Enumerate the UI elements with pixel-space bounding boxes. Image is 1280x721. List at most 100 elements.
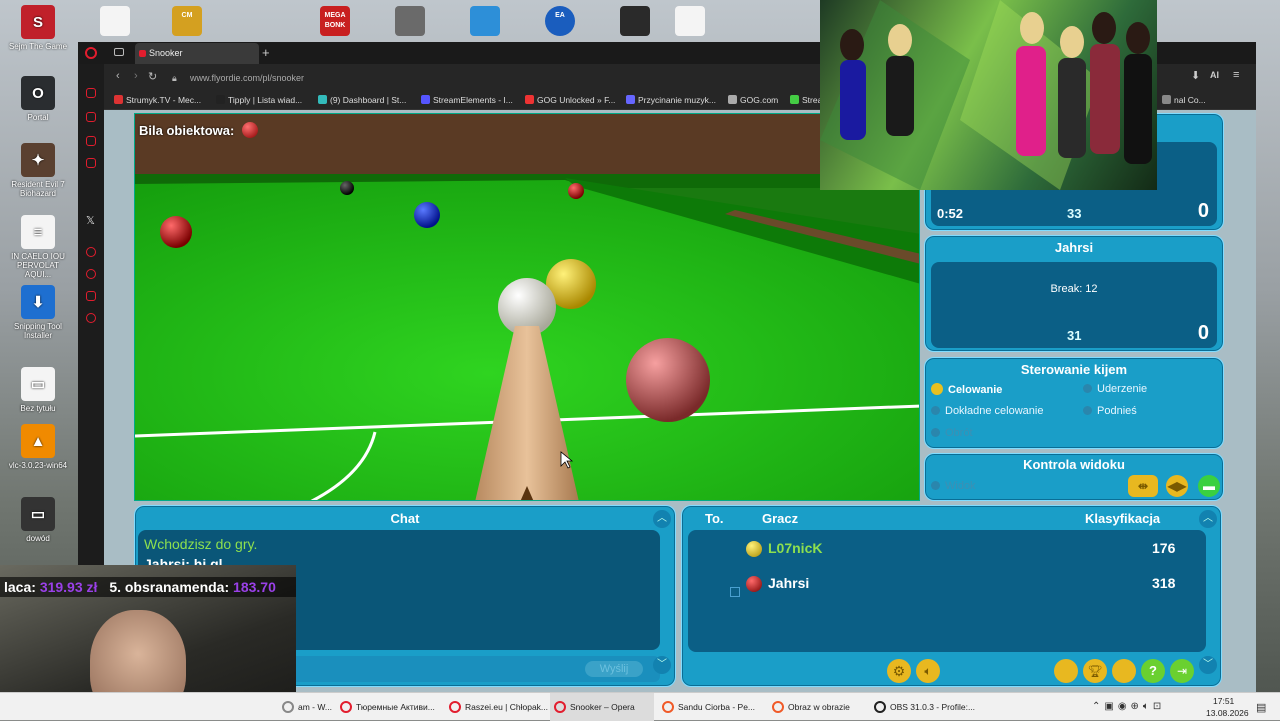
taskbar-item[interactable]: Sandu Ciorba - Pe...: [658, 693, 764, 721]
ranking-row[interactable]: Jahrsi 318: [688, 573, 1206, 597]
trophy-button-icon[interactable]: 🏆︎: [1083, 659, 1107, 683]
ai-icon[interactable]: AI: [1210, 70, 1219, 80]
picture-in-picture-video[interactable]: [820, 0, 1157, 190]
bookmark-item[interactable]: nal Co...: [1162, 95, 1206, 105]
ranking-row[interactable]: L07nicK 176: [688, 538, 1206, 560]
notifications-icon[interactable]: ▤: [1256, 701, 1266, 714]
bookmark-item[interactable]: Przycinanie muzyk...: [626, 95, 716, 105]
download-icon[interactable]: ⬇: [1191, 69, 1200, 82]
taskbar-item[interactable]: am - W...: [278, 693, 334, 721]
desktop-icon[interactable]: ▲ vlc-3.0.23-win64: [6, 424, 70, 470]
ea-icon[interactable]: EA: [545, 6, 575, 36]
forward-icon[interactable]: ›: [134, 70, 138, 82]
desktop-icon-label: vlc-3.0.23-win64: [8, 461, 68, 470]
car-mechanic-icon[interactable]: CM: [172, 6, 202, 36]
file-icon[interactable]: [100, 6, 130, 36]
obs-icon[interactable]: [620, 6, 650, 36]
clock-date[interactable]: 13.08.2026: [1206, 708, 1249, 718]
bookmark-item[interactable]: Strumyk.TV - Mec...: [114, 95, 201, 105]
desktop-icon[interactable]: ≡ IN CAELO IOU PERVOLAT AQUI...: [6, 215, 70, 279]
chat-scroll-down-icon[interactable]: ﹀: [653, 656, 671, 674]
desktop-app-icon: ≡: [21, 215, 55, 249]
sidebar-bag-icon[interactable]: [86, 112, 96, 122]
player-ball-icon: [746, 576, 762, 592]
desktop-icon[interactable]: S Sejm The Game: [6, 5, 70, 51]
bookmark-label: GOG Unlocked » F...: [537, 95, 616, 105]
desktop-icon[interactable]: O Portal: [6, 76, 70, 122]
sidebar-media-icon[interactable]: [86, 158, 96, 168]
sidebar-settings-icon[interactable]: [86, 313, 96, 323]
desktop-app-icon: ▭: [21, 367, 55, 401]
desktop-icon[interactable]: ✦ Resident Evil 7 Biohazard: [6, 143, 70, 198]
exit-button-icon[interactable]: ⇥: [1170, 659, 1194, 683]
top-view-icon[interactable]: ▬: [1198, 475, 1220, 497]
opera-logo-icon[interactable]: [85, 47, 97, 59]
send-button[interactable]: Wyślij: [585, 661, 643, 677]
taskbar-item[interactable]: OBS 31.0.3 - Profile:...: [870, 693, 980, 721]
file2-icon[interactable]: [675, 6, 705, 36]
tab-snooker[interactable]: Snooker: [135, 43, 259, 64]
option-view-label: Widok: [945, 480, 976, 492]
bookmark-item[interactable]: GOG Unlocked » F...: [525, 95, 615, 105]
option-spin[interactable]: Obrót: [931, 427, 973, 439]
photo-icon[interactable]: [395, 6, 425, 36]
taskbar-item[interactable]: Snooker – Opera: [550, 693, 654, 721]
tray-icons[interactable]: ⌃▣◉⊕🔈︎⊡: [1092, 701, 1165, 712]
zoom-icon[interactable]: ⇹: [1128, 475, 1158, 497]
menu-icon[interactable]: ≡: [1233, 69, 1239, 81]
desktop-icon-label: Resident Evil 7 Biohazard: [11, 180, 65, 198]
view-control-panel: Kontrola widoku Widok ⇹ ◀▶ ▬: [924, 453, 1224, 501]
sidebar-clock-icon[interactable]: [86, 269, 96, 279]
map-icon[interactable]: [470, 6, 500, 36]
donation-1-amount: 319.93 zł: [39, 579, 98, 595]
ranking-scroll-down-icon[interactable]: ﹀: [1199, 656, 1217, 674]
chat-collapse-icon[interactable]: ︿: [653, 510, 671, 528]
toolbar-button-1-icon[interactable]: [1054, 659, 1078, 683]
taskbar-item[interactable]: Тюремные Активи...: [336, 693, 442, 721]
workspaces-icon[interactable]: [114, 48, 124, 56]
snooker-table-view[interactable]: Bila obiektowa:: [134, 113, 920, 501]
sidebar-cube-icon[interactable]: [86, 291, 96, 301]
ranking-list: L07nicK 176 Jahrsi 318: [688, 530, 1206, 652]
settings-button-icon[interactable]: ⚙: [887, 659, 911, 683]
sound-button-icon[interactable]: 🔈︎: [916, 659, 940, 683]
tab-favicon-icon: [139, 50, 146, 57]
taskbar-item[interactable]: Raszei.eu | Chłopak...: [445, 693, 548, 721]
chat-bubble-button-icon[interactable]: [1112, 659, 1136, 683]
option-raise-label: Podnieś: [1097, 405, 1137, 417]
radio-icon: [931, 406, 940, 415]
sidebar-play-icon[interactable]: [86, 247, 96, 257]
sidebar-history-icon[interactable]: [86, 88, 96, 98]
ranking-collapse-icon[interactable]: ︿: [1199, 510, 1217, 528]
option-fine-aim[interactable]: Dokładne celowanie: [931, 405, 1043, 417]
bookmark-item[interactable]: StreamElements - I...: [421, 95, 513, 105]
taskbar-item[interactable]: Obraz w obrazie: [768, 693, 866, 721]
mega-bonk-icon[interactable]: MEGA BONK: [320, 6, 350, 36]
desktop-icon[interactable]: ▭ Bez tytułu: [6, 367, 70, 413]
option-raise[interactable]: Podnieś: [1083, 405, 1137, 417]
sidebar-messenger-icon[interactable]: [86, 136, 96, 146]
bookmark-item[interactable]: GOG.com: [728, 95, 778, 105]
sidebar-x-icon[interactable]: 𝕏: [86, 214, 95, 227]
help-button-icon[interactable]: ?: [1141, 659, 1165, 683]
new-tab-button[interactable]: +: [262, 45, 270, 60]
reload-icon[interactable]: ↻: [148, 70, 157, 83]
clock-time[interactable]: 17:51: [1213, 696, 1234, 706]
red-ball-left: [160, 216, 192, 248]
option-strike[interactable]: Uderzenie: [1083, 383, 1147, 395]
player-1-score: 0: [1197, 200, 1209, 222]
desktop-icon[interactable]: ▭ dowód: [6, 497, 70, 543]
desktop-icon[interactable]: ⬇ Snipping Tool Installer: [6, 285, 70, 340]
bookmark-item[interactable]: (9) Dashboard | St...: [318, 95, 406, 105]
option-view[interactable]: Widok: [931, 480, 976, 492]
player-2-remaining: 31: [1067, 328, 1082, 343]
option-fine-aim-label: Dokładne celowanie: [945, 405, 1044, 417]
bookmark-item[interactable]: Tipply | Lista wiad...: [216, 95, 302, 105]
player-2-inner: Break: 12 31 0: [931, 262, 1217, 348]
bookmark-item[interactable]: Strea: [790, 95, 822, 105]
rotate-view-icon[interactable]: ◀▶: [1166, 475, 1188, 497]
option-aim[interactable]: Celowanie: [931, 383, 1002, 396]
ranking-panel: To. Gracz Klasyfikacja ︿ L07nicK 176 Jah…: [681, 505, 1222, 687]
donation-2-amount: 183.70: [233, 579, 276, 595]
back-icon[interactable]: ‹: [116, 70, 120, 82]
